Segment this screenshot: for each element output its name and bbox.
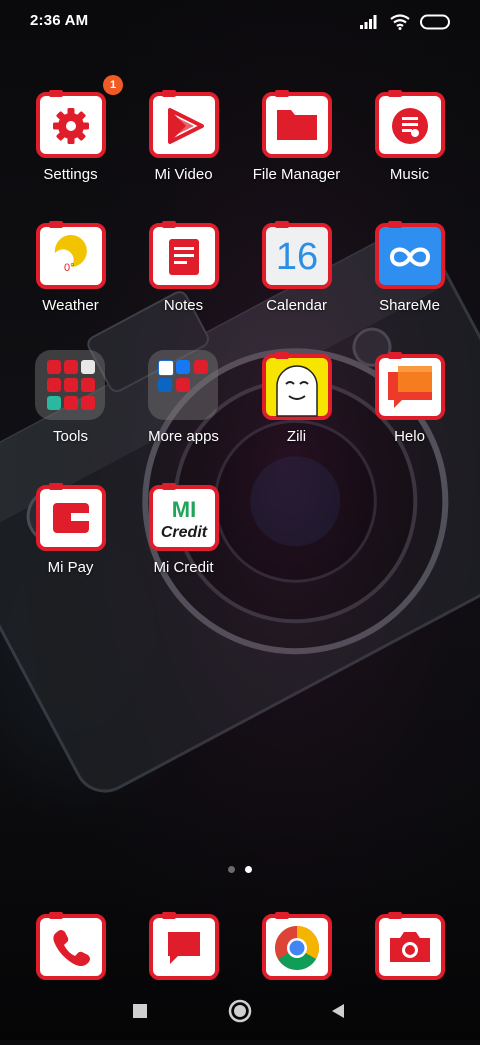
app-mi-credit[interactable]: MI Credit Mi Credit (127, 481, 240, 591)
app-label: Settings (43, 166, 98, 183)
navigation-bar (0, 982, 480, 1040)
app-label: Mi Credit (153, 559, 214, 576)
chrome-icon (262, 912, 332, 980)
calendar-day: 16 (276, 236, 318, 278)
app-zili[interactable]: Zili (240, 350, 353, 460)
camera-icon (375, 912, 445, 980)
recents-button[interactable] (133, 1004, 147, 1018)
notification-badge: 1 (103, 75, 123, 95)
back-button[interactable] (332, 1004, 344, 1018)
music-icon (375, 90, 445, 158)
app-label: Tools (52, 428, 89, 445)
app-label: Music (389, 166, 430, 183)
nav-buttons (133, 999, 344, 1023)
video-play-icon (149, 90, 219, 158)
app-calendar[interactable]: 16 Calendar (240, 219, 353, 329)
weather-icon: 0° (36, 221, 106, 289)
phone-icon (36, 912, 106, 980)
app-file-manager[interactable]: File Manager (240, 88, 353, 198)
app-helo[interactable]: Helo (353, 350, 466, 460)
folder-icon (262, 90, 332, 158)
more-apps-folder-icon (148, 350, 218, 420)
app-label: Helo (394, 428, 425, 445)
calendar-icon: 16 (262, 221, 332, 289)
app-label: Notes (163, 297, 204, 314)
home-button[interactable] (228, 999, 252, 1023)
app-settings[interactable]: 1 Settings (14, 75, 127, 198)
app-weather[interactable]: 0° Weather (14, 219, 127, 329)
tools-folder-icon (35, 350, 105, 420)
status-time: 2:36 AM (30, 12, 89, 29)
status-bar: 2:36 AM (0, 0, 480, 44)
app-mi-pay[interactable]: Mi Pay (14, 481, 127, 591)
wifi-icon (390, 14, 410, 30)
app-mi-video[interactable]: Mi Video (127, 88, 240, 198)
weather-temp: 0° (64, 262, 75, 274)
page-indicator (228, 866, 252, 873)
app-label: Mi Video (154, 166, 213, 183)
app-shareme[interactable]: ShareMe (353, 219, 466, 329)
mi-credit-logo-icon: MI Credit (149, 483, 219, 551)
app-notes[interactable]: Notes (127, 219, 240, 329)
app-music[interactable]: Music (353, 88, 466, 198)
app-label: File Manager (252, 166, 341, 183)
mi-credit-logo-top: MI (172, 497, 196, 522)
settings-icon (36, 90, 106, 158)
app-label: Weather (42, 297, 99, 314)
folder-tools[interactable]: Tools (14, 350, 127, 460)
page-dot-1 (228, 866, 235, 873)
zili-ghost-icon (262, 352, 332, 420)
message-bubble-icon (149, 912, 219, 980)
battery-icon (420, 14, 450, 30)
wallet-icon (36, 483, 106, 551)
app-label: ShareMe (379, 297, 440, 314)
signal-icon (360, 15, 377, 29)
notes-icon (149, 221, 219, 289)
page-dot-2-active (245, 866, 252, 873)
app-label: Zili (286, 428, 307, 445)
app-label: Mi Pay (47, 559, 94, 576)
helo-chat-icon (375, 352, 445, 420)
app-label: Calendar (266, 297, 327, 314)
shareme-infinity-icon (375, 221, 445, 289)
mi-credit-logo-bottom: Credit (161, 524, 208, 541)
folder-more-apps[interactable]: More apps (127, 350, 240, 460)
app-label: More apps (148, 428, 219, 445)
